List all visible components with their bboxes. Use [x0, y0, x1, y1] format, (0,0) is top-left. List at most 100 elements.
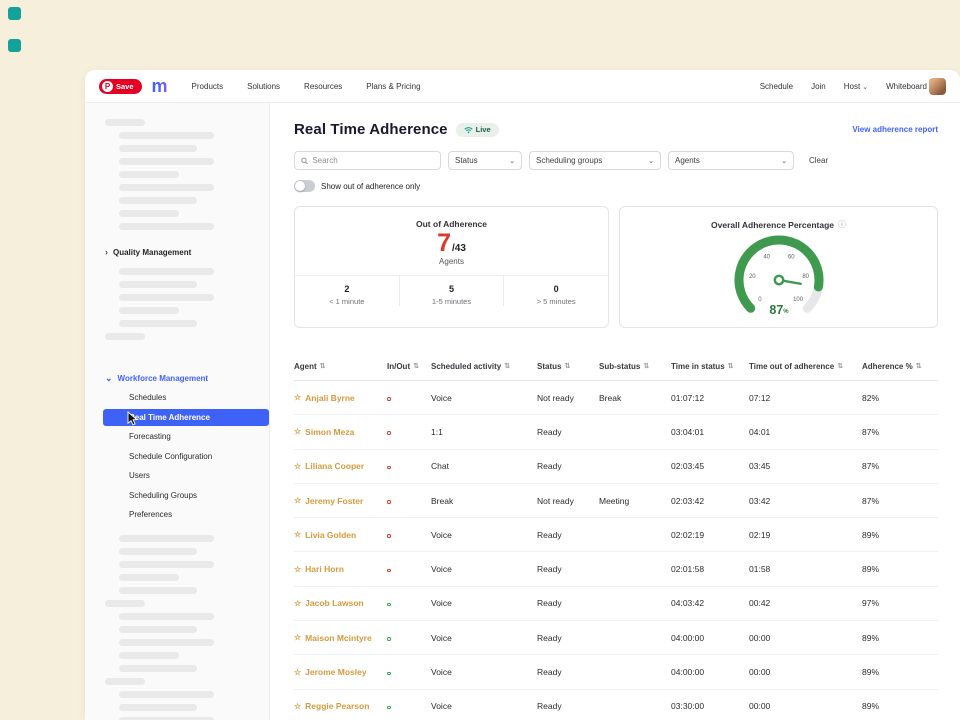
- table-row[interactable]: ☆Maison McintyreVoiceReady04:00:0000:008…: [294, 621, 938, 655]
- out-of-adherence-toggle[interactable]: [294, 180, 315, 192]
- sidebar-section-quality-management[interactable]: › Quality Management: [85, 242, 269, 262]
- search-input-wrapper[interactable]: [294, 151, 441, 170]
- sort-icon[interactable]: ⇅: [643, 362, 649, 370]
- cell-time-in-status: 04:00:00: [671, 667, 749, 677]
- column-header-in-out[interactable]: In/Out⇅: [387, 362, 431, 371]
- skeleton-bar: [119, 132, 214, 139]
- brand-logo[interactable]: m: [152, 77, 168, 95]
- nav-link-whiteboard[interactable]: Whiteboard: [886, 82, 927, 91]
- inout-cell: [387, 633, 431, 643]
- column-header-agent[interactable]: Agent⇅: [294, 362, 387, 371]
- gauge-value: 87%: [769, 303, 789, 317]
- sort-icon[interactable]: ⇅: [916, 362, 922, 370]
- sort-icon[interactable]: ⇅: [504, 362, 510, 370]
- cell-time-out: 00:00: [749, 667, 862, 677]
- skeleton-bar: [119, 197, 197, 204]
- star-icon[interactable]: ☆: [294, 393, 301, 402]
- sidebar-item-users[interactable]: Users: [85, 466, 269, 486]
- column-label: Scheduled activity: [431, 362, 501, 371]
- table-row[interactable]: ☆Liliana CooperChatReady02:03:4503:4587%: [294, 450, 938, 484]
- skeleton-bar: [119, 268, 214, 275]
- filter-dropdown-agents[interactable]: Agents⌄: [668, 151, 794, 170]
- nav-link-plans-pricing[interactable]: Plans & Pricing: [366, 82, 420, 91]
- cell-time-in-status: 02:01:58: [671, 564, 749, 574]
- sidebar-section-label: Workforce Management: [118, 374, 209, 383]
- clear-filters-button[interactable]: Clear: [809, 156, 828, 165]
- agent-cell[interactable]: ☆Jerome Mosley: [294, 667, 387, 677]
- agent-cell[interactable]: ☆Anjali Byrne: [294, 393, 387, 403]
- star-icon[interactable]: ☆: [294, 668, 301, 677]
- in-adherence-dot: [387, 672, 391, 676]
- sidebar-item-schedule-configuration[interactable]: Schedule Configuration: [85, 447, 269, 467]
- column-header-sub-status[interactable]: Sub-status⇅: [599, 362, 671, 371]
- agent-cell[interactable]: ☆Jeremy Foster: [294, 496, 387, 506]
- column-label: Status: [537, 362, 561, 371]
- cell-activity: Break: [431, 496, 537, 506]
- star-icon[interactable]: ☆: [294, 530, 301, 539]
- agent-cell[interactable]: ☆Hari Horn: [294, 564, 387, 574]
- sort-icon[interactable]: ⇅: [837, 362, 843, 370]
- agent-cell[interactable]: ☆Maison Mcintyre: [294, 633, 387, 643]
- search-input[interactable]: [312, 156, 434, 165]
- sidebar-section-workforce-management[interactable]: ⌄ Workforce Management: [85, 368, 269, 388]
- sidebar-item-preferences[interactable]: Preferences: [85, 505, 269, 525]
- cell-activity: Voice: [431, 393, 537, 403]
- cell-time-out: 03:42: [749, 496, 862, 506]
- agent-name: Liliana Cooper: [305, 461, 364, 471]
- column-header-adherence[interactable]: Adherence %⇅: [862, 362, 938, 371]
- user-avatar[interactable]: [929, 78, 946, 95]
- star-icon[interactable]: ☆: [294, 599, 301, 608]
- app-window: P Save m Products Solutions Resources Plans…: [85, 70, 960, 720]
- star-icon[interactable]: ☆: [294, 462, 301, 471]
- nav-link-resources[interactable]: Resources: [304, 82, 342, 91]
- star-icon[interactable]: ☆: [294, 496, 301, 505]
- content-header: Real Time Adherence Live View adherence …: [294, 121, 938, 138]
- cell-adherence: 87%: [862, 427, 938, 437]
- pinterest-save-button[interactable]: P Save: [99, 79, 142, 94]
- sidebar-item-schedules[interactable]: Schedules: [85, 388, 269, 408]
- star-icon[interactable]: ☆: [294, 427, 301, 436]
- column-header-scheduled-activity[interactable]: Scheduled activity⇅: [431, 362, 537, 371]
- agent-cell[interactable]: ☆ Liliana Cooper: [294, 461, 387, 471]
- sort-icon[interactable]: ⇅: [564, 362, 570, 370]
- table-row[interactable]: ☆Hari HornVoiceReady02:01:5801:5889%: [294, 552, 938, 586]
- sort-icon[interactable]: ⇅: [728, 362, 734, 370]
- skeleton-bar: [119, 320, 197, 327]
- filter-dropdown-status[interactable]: Status⌄: [448, 151, 522, 170]
- agent-cell[interactable]: ☆Livia Golden: [294, 530, 387, 540]
- table-row[interactable]: ☆Anjali ByrneVoiceNot readyBreak01:07:12…: [294, 381, 938, 415]
- nav-link-host[interactable]: Host⌄: [844, 82, 868, 91]
- nav-link-join[interactable]: Join: [811, 82, 826, 91]
- sort-icon[interactable]: ⇅: [320, 362, 326, 370]
- table-row[interactable]: ☆Jacob LawsonVoiceReady04:03:4200:4297%: [294, 587, 938, 621]
- agent-cell[interactable]: ☆Reggie Pearson: [294, 701, 387, 711]
- cell-time-in-status: 03:30:00: [671, 701, 749, 711]
- nav-link-solutions[interactable]: Solutions: [247, 82, 280, 91]
- cell-time-in-status: 04:03:42: [671, 598, 749, 608]
- view-adherence-report-link[interactable]: View adherence report: [852, 125, 938, 134]
- nav-link-schedule[interactable]: Schedule: [760, 82, 793, 91]
- sort-icon[interactable]: ⇅: [413, 362, 419, 370]
- star-icon[interactable]: ☆: [294, 633, 301, 642]
- info-icon[interactable]: ⓘ: [838, 219, 846, 230]
- sidebar-item-forecasting[interactable]: Forecasting: [85, 427, 269, 447]
- agent-cell[interactable]: ☆Simon Meza: [294, 427, 387, 437]
- sidebar-item-scheduling-groups[interactable]: Scheduling Groups: [85, 486, 269, 506]
- skeleton-bar: [119, 223, 214, 230]
- filter-dropdown-scheduling-groups[interactable]: Scheduling groups⌄: [529, 151, 661, 170]
- table-row[interactable]: ☆Jerome MosleyVoiceReady04:00:0000:0089%: [294, 655, 938, 689]
- table-row[interactable]: ☆Simon Meza1:1Ready03:04:0104:0187%: [294, 415, 938, 449]
- out-adherence-dot: [387, 431, 391, 435]
- column-header-status[interactable]: Status⇅: [537, 362, 599, 371]
- agent-cell[interactable]: ☆Jacob Lawson: [294, 598, 387, 608]
- cell-adherence: 89%: [862, 564, 938, 574]
- table-row[interactable]: ☆Reggie PearsonVoiceReady03:30:0000:0089…: [294, 690, 938, 720]
- star-icon[interactable]: ☆: [294, 565, 301, 574]
- table-row[interactable]: ☆Jeremy FosterBreakNot readyMeeting02:03…: [294, 484, 938, 518]
- table-row[interactable]: ☆Livia GoldenVoiceReady02:02:1902:1989%: [294, 518, 938, 552]
- nav-link-products[interactable]: Products: [192, 82, 224, 91]
- inout-cell: [387, 564, 431, 574]
- star-icon[interactable]: ☆: [294, 702, 301, 711]
- column-header-time-out-of-adherence[interactable]: Time out of adherence⇅: [749, 362, 862, 371]
- column-header-time-in-status[interactable]: Time in status⇅: [671, 362, 749, 371]
